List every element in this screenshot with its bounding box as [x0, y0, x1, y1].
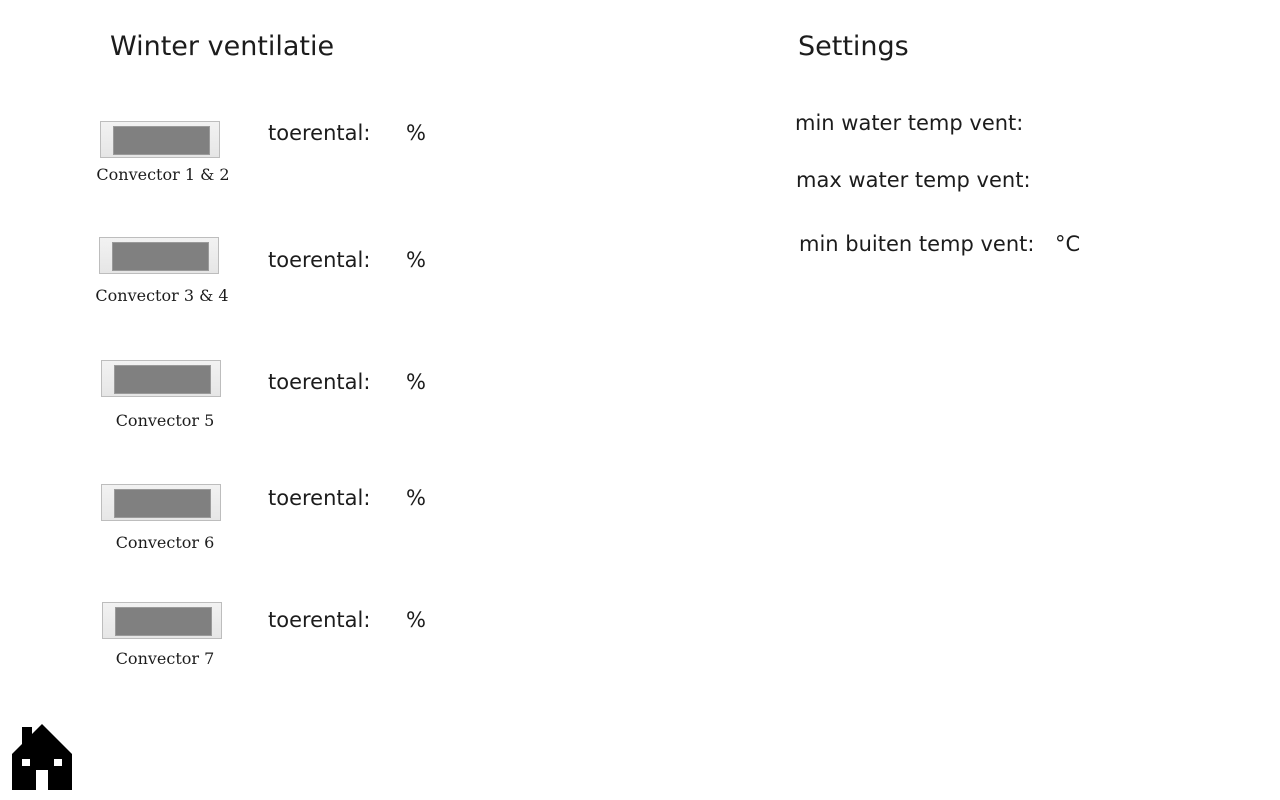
min-water-temp-label: min water temp vent:	[795, 111, 1024, 135]
convector-6-label: Convector 6	[115, 533, 215, 552]
winter-ventilation-screen: Winter ventilatie Convector 1 & 2 toeren…	[0, 0, 1280, 800]
convector-button-face	[115, 607, 212, 636]
convector-7-label: Convector 7	[115, 649, 215, 668]
convector-5-button[interactable]	[101, 360, 221, 397]
convector-6-button[interactable]	[101, 484, 221, 521]
convector-5-label: Convector 5	[115, 411, 215, 430]
convector-button-face	[113, 126, 210, 155]
max-water-temp-label: max water temp vent:	[796, 168, 1031, 192]
convector-1-2-speed-label: toerental:	[268, 121, 371, 145]
convector-7-speed-unit: %	[406, 608, 426, 632]
convector-button-face	[114, 489, 211, 518]
min-outdoor-temp-unit: °C	[1055, 232, 1081, 256]
convector-button-face	[112, 242, 209, 271]
convector-3-4-speed-label: toerental:	[268, 248, 371, 272]
min-outdoor-temp-label: min buiten temp vent:	[799, 232, 1035, 256]
convector-button-face	[114, 365, 211, 394]
convector-3-4-speed-unit: %	[406, 248, 426, 272]
convector-6-speed-label: toerental:	[268, 486, 371, 510]
convector-7-speed-label: toerental:	[268, 608, 371, 632]
convector-1-2-label: Convector 1 & 2	[96, 165, 230, 184]
convector-6-speed-unit: %	[406, 486, 426, 510]
home-icon	[12, 724, 72, 790]
page-title: Winter ventilatie	[110, 31, 335, 62]
convector-7-button[interactable]	[102, 602, 222, 639]
convector-5-speed-label: toerental:	[268, 370, 371, 394]
home-button[interactable]	[12, 724, 72, 790]
convector-1-2-speed-unit: %	[406, 121, 426, 145]
convector-5-speed-unit: %	[406, 370, 426, 394]
convector-3-4-button[interactable]	[99, 237, 219, 274]
convector-1-2-button[interactable]	[100, 121, 220, 158]
settings-title: Settings	[798, 31, 909, 62]
convector-3-4-label: Convector 3 & 4	[95, 286, 229, 305]
